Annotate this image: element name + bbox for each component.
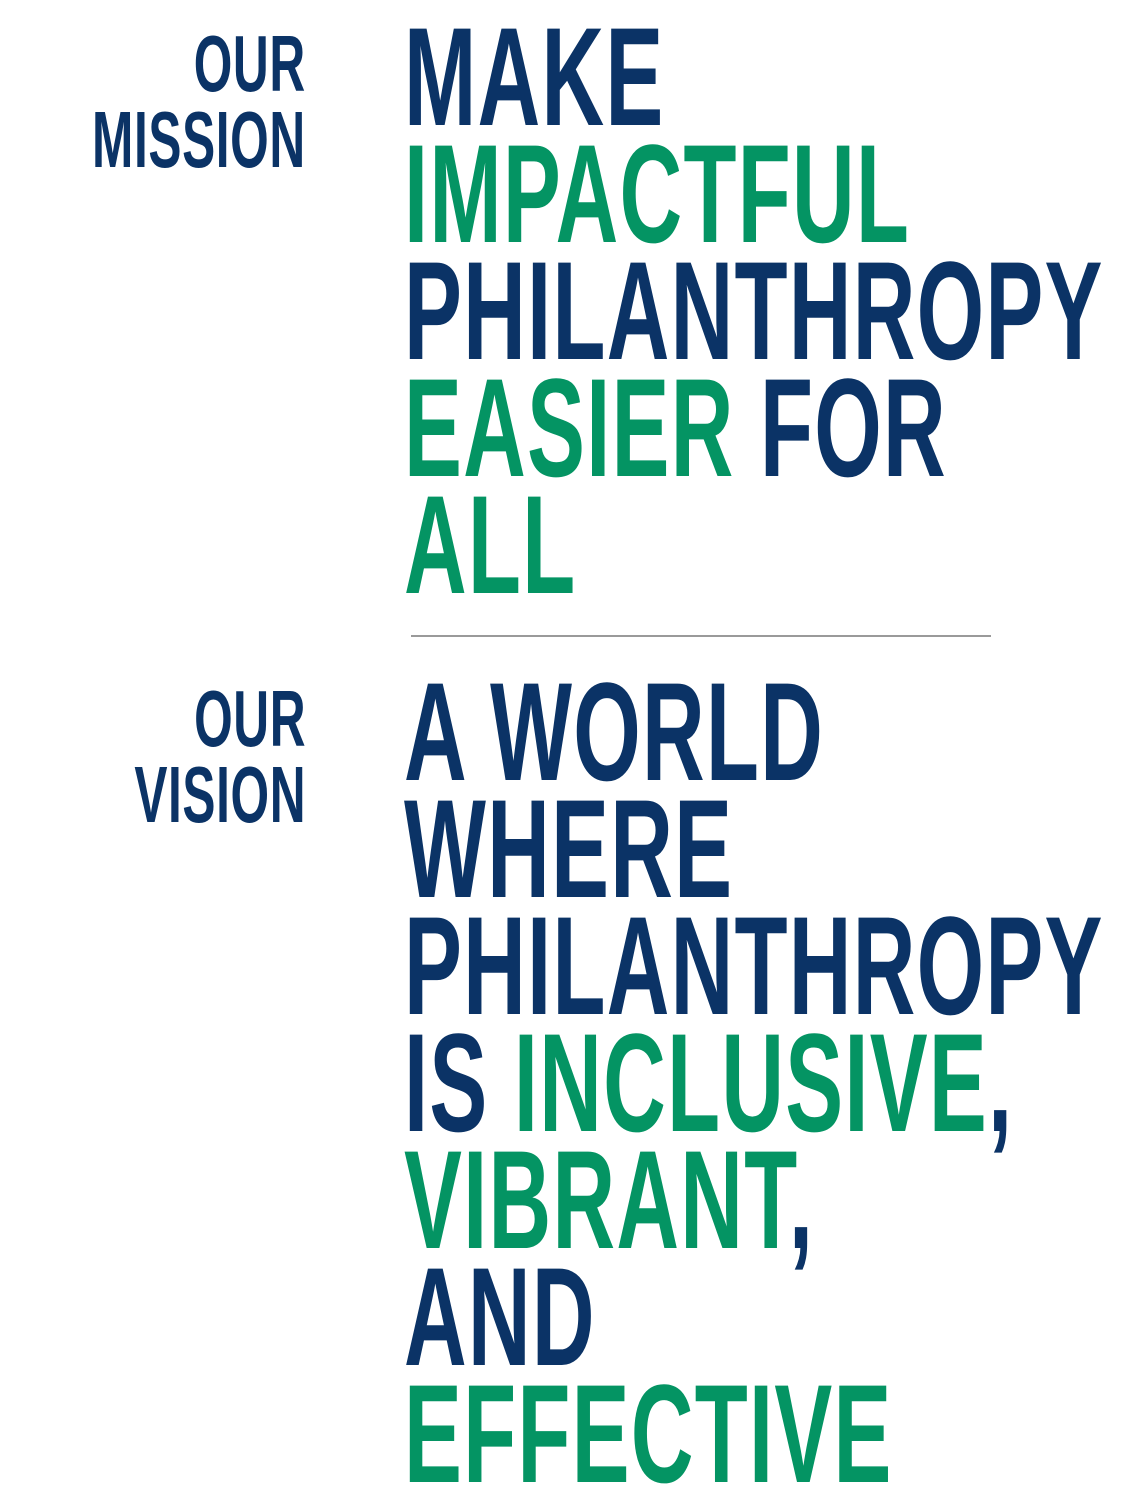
mission-word-for: FOR: [734, 349, 947, 506]
vision-statement: A WORLD WHERE PHILANTHROPY IS INCLUSIVE,…: [404, 662, 1104, 1512]
mission-label-line1: OUR: [193, 19, 306, 108]
vision-label-line1: OUR: [193, 674, 306, 763]
mission-statement: MAKE IMPACTFUL PHILANTHROPY EASIER FOR A…: [404, 7, 1104, 615]
vision-section: OUR VISION A WORLD WHERE PHILANTHROPY IS…: [0, 655, 1146, 1512]
vision-label: OUR VISION: [134, 674, 306, 839]
vision-label-line2: VISION: [134, 750, 306, 839]
mission-section: OUR MISSION MAKE IMPACTFUL PHILANTHROPY …: [0, 0, 1146, 615]
vision-line-effective: EFFECTIVE: [404, 1355, 893, 1512]
section-divider: [411, 635, 991, 637]
mission-label: OUR MISSION: [92, 19, 306, 184]
vision-comma-2: ,: [788, 1121, 815, 1278]
mission-label-line2: MISSION: [92, 95, 306, 184]
vision-comma-1: ,: [988, 1004, 1014, 1161]
